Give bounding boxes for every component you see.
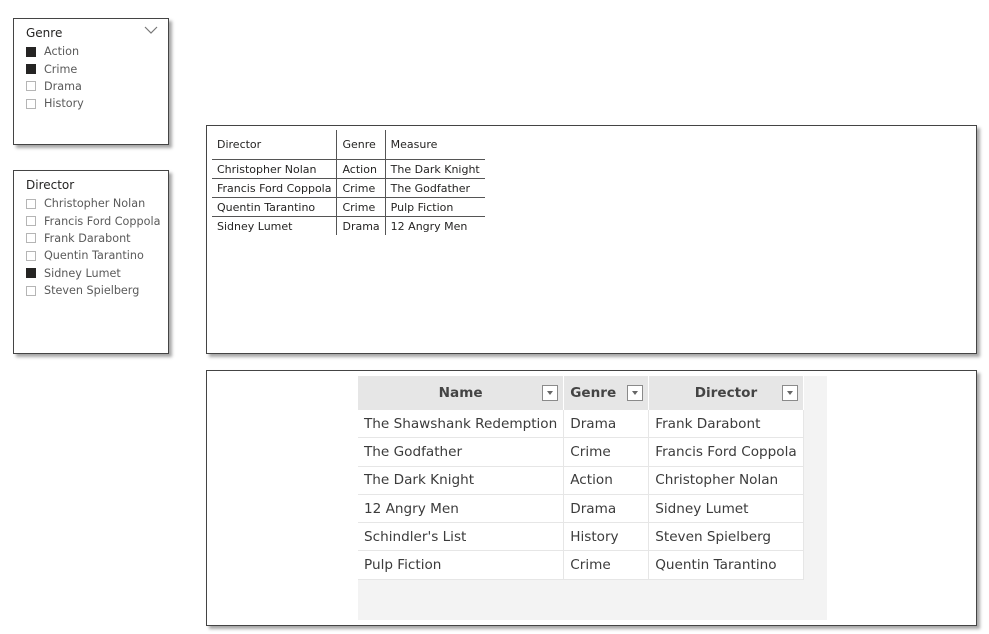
genre-slicer-title: Genre (26, 26, 63, 40)
table-cell: Francis Ford Coppola (212, 178, 338, 198)
director-slicer-item-label: Frank Darabont (44, 231, 131, 245)
director-slicer-list: Christopher Nolan Francis Ford Coppola Fra… (26, 195, 160, 299)
column-header-name: Name (358, 376, 565, 410)
filter-dropdown-icon[interactable] (781, 385, 798, 401)
filter-dropdown-icon[interactable] (542, 385, 559, 401)
genre-slicer-item-label: Drama (44, 79, 82, 93)
table-cell: The Dark Knight (385, 159, 485, 179)
genre-slicer: Genre Action Crime Drama History (13, 18, 169, 145)
table-cell: Drama (336, 216, 386, 235)
column-header-genre: Genre (563, 376, 650, 410)
column-header-measure[interactable]: Measure (385, 130, 485, 159)
column-header-director[interactable]: Director (212, 130, 338, 159)
director-slicer-item-label: Christopher Nolan (44, 197, 146, 211)
director-slicer-item[interactable]: Francis Ford Coppola (26, 212, 160, 229)
table-row[interactable]: The Shawshank Redemption Drama Frank Darab… (358, 410, 804, 439)
checkbox-icon[interactable] (26, 198, 36, 209)
movies-data-table: Name Genre Director The Shawshank Redemp… (358, 376, 804, 580)
checkbox-icon[interactable] (26, 216, 36, 227)
table-cell[interactable]: Action (563, 466, 650, 495)
director-slicer-item[interactable]: Quentin Tarantino (26, 247, 160, 264)
table-cell[interactable]: Steven Spielberg (648, 522, 804, 552)
table-cell[interactable]: History (563, 522, 650, 552)
table-row[interactable]: Quentin Tarantino Crime Pulp Fiction (212, 197, 485, 217)
director-slicer-item-label: Francis Ford Coppola (44, 214, 161, 228)
director-slicer-item[interactable]: Sidney Lumet (26, 265, 160, 282)
table-row[interactable]: Sidney Lumet Drama 12 Angry Men (212, 216, 485, 235)
table-cell[interactable]: Crime (563, 437, 650, 467)
table-cell: Quentin Tarantino (212, 197, 338, 217)
filter-dropdown-icon[interactable] (627, 385, 644, 401)
table-cell[interactable]: Sidney Lumet (648, 494, 804, 524)
checkbox-icon[interactable] (26, 98, 36, 109)
checkbox-icon[interactable] (26, 285, 36, 296)
table-cell: 12 Angry Men (390, 219, 468, 233)
director-slicer-item-label: Sidney Lumet (44, 266, 121, 280)
table-cell[interactable]: Drama (563, 410, 650, 439)
checkbox-icon[interactable] (26, 233, 36, 244)
table-cell[interactable]: The Dark Knight (358, 466, 565, 495)
checkbox-checked-icon[interactable] (26, 268, 36, 279)
table-visual: Director Genre Measure Christopher Nolan… (206, 125, 977, 354)
measure-table: Director Genre Measure Christopher Nolan… (212, 130, 485, 235)
genre-slicer-item-label: Crime (44, 62, 78, 76)
genre-slicer-item[interactable]: Drama (26, 78, 84, 95)
table-cell[interactable]: Schindler's List (358, 522, 565, 552)
table-cell[interactable]: Quentin Tarantino (648, 550, 804, 580)
director-slicer-item-label: Quentin Tarantino (44, 249, 144, 263)
table-cell: Crime (336, 197, 386, 217)
table-cell[interactable]: 12 Angry Men (358, 494, 565, 524)
table-cell[interactable]: The Godfather (358, 437, 565, 467)
table-row[interactable]: Christopher Nolan Action The Dark Knight (212, 159, 485, 179)
column-header-genre[interactable]: Genre (336, 130, 386, 159)
director-slicer: Director Christopher Nolan Francis Ford C… (13, 170, 169, 354)
genre-slicer-item-label: Action (44, 45, 80, 59)
table-cell[interactable]: Drama (563, 494, 650, 524)
table-cell: Sidney Lumet (212, 216, 338, 235)
table-cell[interactable]: Christopher Nolan (648, 466, 804, 495)
table-row[interactable]: The Dark Knight Action Christopher Nolan (358, 466, 804, 495)
genre-slicer-list: Action Crime Drama History (26, 43, 84, 113)
table-cell[interactable]: Crime (563, 550, 650, 580)
column-header-director: Director (648, 376, 804, 410)
director-slicer-item[interactable]: Frank Darabont (26, 230, 160, 247)
table-row[interactable]: 12 Angry Men Drama Sidney Lumet (358, 494, 804, 524)
genre-slicer-item[interactable]: Crime (26, 60, 84, 77)
table-cell: Christopher Nolan (212, 159, 338, 179)
data-table-panel: Name Genre Director The Shawshank Redemp… (206, 370, 977, 626)
table-cell[interactable]: Francis Ford Coppola (648, 437, 804, 467)
director-slicer-item-label: Steven Spielberg (44, 284, 140, 298)
table-cell[interactable]: Pulp Fiction (358, 550, 565, 580)
column-header-genre-label: Genre (570, 385, 617, 401)
checkbox-checked-icon[interactable] (26, 64, 36, 75)
director-slicer-title: Director (26, 178, 75, 192)
table-cell[interactable]: The Shawshank Redemption (358, 410, 565, 439)
table-row[interactable]: Pulp Fiction Crime Quentin Tarantino (358, 550, 804, 580)
table-row[interactable]: Schindler's List History Steven Spielberg (358, 522, 804, 552)
chevron-down-icon[interactable] (144, 25, 158, 35)
checkbox-icon[interactable] (26, 81, 36, 92)
genre-slicer-item[interactable]: Action (26, 43, 84, 60)
genre-slicer-item[interactable]: History (26, 95, 84, 112)
table-row[interactable]: The Godfather Crime Francis Ford Coppola (358, 437, 804, 467)
table-cell: The Godfather (385, 178, 485, 198)
checkbox-icon[interactable] (26, 250, 36, 261)
table-cell[interactable]: Frank Darabont (648, 410, 804, 439)
genre-slicer-item-label: History (44, 97, 84, 111)
table-cell: Action (336, 159, 386, 179)
director-slicer-item[interactable]: Christopher Nolan (26, 195, 160, 212)
table-cell: Pulp Fiction (385, 197, 485, 217)
table-cell: Crime (336, 178, 386, 198)
director-slicer-item[interactable]: Steven Spielberg (26, 282, 160, 299)
column-header-name-label: Name (438, 385, 483, 401)
checkbox-checked-icon[interactable] (26, 46, 36, 57)
column-header-director-label: Director (694, 385, 758, 401)
table-row[interactable]: Francis Ford Coppola Crime The Godfather (212, 178, 485, 198)
